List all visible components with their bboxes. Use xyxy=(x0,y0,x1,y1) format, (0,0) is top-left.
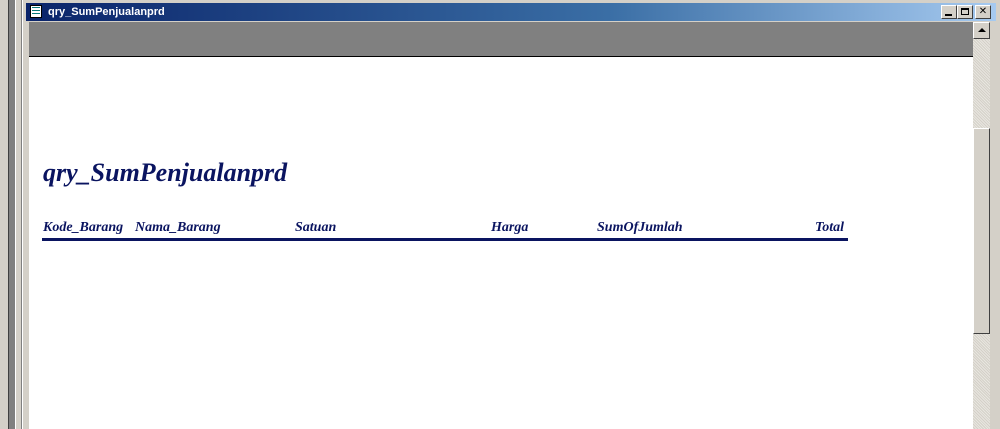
header-divider xyxy=(42,238,848,241)
column-header-total: Total xyxy=(815,220,845,235)
report-page: qry_SumPenjualanprd Kode_Barang Nama_Bar… xyxy=(29,57,973,429)
report-icon[interactable] xyxy=(30,5,42,18)
left-frame-inner xyxy=(8,0,16,429)
close-icon: ✕ xyxy=(978,6,988,17)
column-header-satuan: Satuan xyxy=(295,220,337,235)
report-window: qry_SumPenjualanprd ✕ qry_SumPenjualanpr… xyxy=(22,0,1000,429)
scroll-up-button[interactable] xyxy=(973,22,990,39)
arrow-up-icon xyxy=(978,28,986,32)
close-button[interactable]: ✕ xyxy=(975,5,991,19)
column-header-harga: Harga xyxy=(491,220,529,235)
maximize-icon xyxy=(961,8,969,15)
minimize-icon xyxy=(945,14,952,16)
window-title: qry_SumPenjualanprd xyxy=(48,6,165,18)
scrollbar-thumb[interactable] xyxy=(973,128,990,334)
page-header-band xyxy=(29,22,973,57)
column-header-sum-of-jumlah: SumOfJumlah xyxy=(597,220,683,235)
column-header-kode-barang: Kode_Barang xyxy=(43,220,124,235)
report-title: qry_SumPenjualanprd xyxy=(43,158,288,187)
minimize-button[interactable] xyxy=(941,5,957,19)
column-header-nama-barang: Nama_Barang xyxy=(135,220,221,235)
left-frame xyxy=(0,0,22,429)
maximize-button[interactable] xyxy=(957,5,973,19)
vertical-scrollbar[interactable] xyxy=(973,22,990,429)
window-titlebar[interactable]: qry_SumPenjualanprd ✕ xyxy=(26,3,996,21)
right-frame xyxy=(990,22,1000,429)
